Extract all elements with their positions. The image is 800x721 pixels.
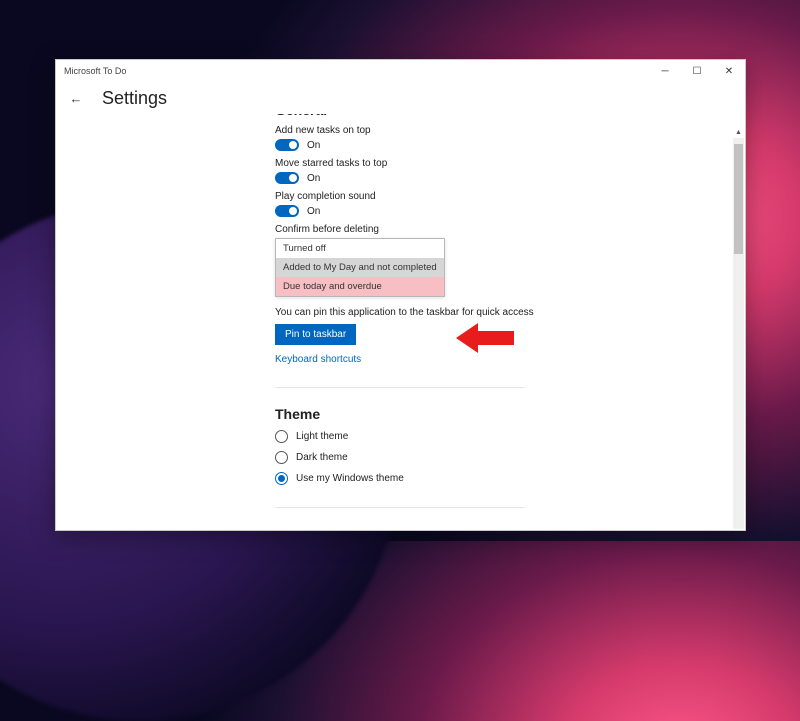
scrollbar-up-icon[interactable]: ▲ <box>733 127 744 138</box>
header: ← Settings <box>56 82 745 114</box>
section-smart-heading: Smart lists <box>275 528 595 530</box>
section-divider <box>275 387 525 388</box>
section-theme-heading: Theme <box>275 406 595 422</box>
toggle-play-sound-row: On <box>275 205 595 217</box>
toggle-move-starred-row: On <box>275 172 595 184</box>
settings-column: General Add new tasks on top On Move sta… <box>275 114 605 530</box>
toggle-move-starred-state: On <box>307 173 320 184</box>
scrollbar-thumb[interactable] <box>734 144 743 254</box>
toggle-add-on-top-row: On <box>275 139 595 151</box>
minimize-icon: ─ <box>661 66 668 77</box>
section-divider-2 <box>275 507 525 508</box>
close-icon: ✕ <box>725 66 733 77</box>
back-arrow-icon: ← <box>70 91 83 106</box>
toggle-play-sound-state: On <box>307 206 320 217</box>
annotation-arrow <box>456 321 516 355</box>
pin-helper-text: You can pin this application to the task… <box>275 307 595 318</box>
app-window: Microsoft To Do ─ ☐ ✕ ← Settings General… <box>55 59 746 531</box>
back-button[interactable]: ← <box>66 88 86 108</box>
maximize-icon: ☐ <box>693 66 702 77</box>
window-controls: ─ ☐ ✕ <box>649 60 745 82</box>
vertical-scrollbar[interactable]: ▲ ▼ <box>733 138 744 529</box>
titlebar: Microsoft To Do ─ ☐ ✕ <box>56 60 745 82</box>
section-smart-lists: Smart lists <box>275 528 595 530</box>
pin-to-taskbar-button[interactable]: Pin to taskbar <box>275 324 356 345</box>
radio-system-row[interactable]: Use my Windows theme <box>275 472 595 485</box>
minimize-button[interactable]: ─ <box>649 60 681 82</box>
toggle-add-on-top[interactable] <box>275 139 299 151</box>
content-area: General Add new tasks on top On Move sta… <box>56 114 745 530</box>
radio-light-row[interactable]: Light theme <box>275 430 595 443</box>
label-add-on-top: Add new tasks on top <box>275 125 595 136</box>
radio-dark-label: Dark theme <box>296 452 348 463</box>
section-theme: Theme Light theme Dark theme Use my Wind… <box>275 406 595 485</box>
maximize-button[interactable]: ☐ <box>681 60 713 82</box>
radio-system[interactable] <box>275 472 288 485</box>
app-title: Microsoft To Do <box>64 66 126 76</box>
radio-dark-row[interactable]: Dark theme <box>275 451 595 464</box>
label-move-starred: Move starred tasks to top <box>275 158 595 169</box>
confirm-delete-dropdown[interactable]: Turned off Added to My Day and not compl… <box>275 238 445 297</box>
radio-dark[interactable] <box>275 451 288 464</box>
label-play-sound: Play completion sound <box>275 191 595 202</box>
dropdown-option-off[interactable]: Turned off <box>276 239 444 258</box>
keyboard-shortcuts-link[interactable]: Keyboard shortcuts <box>275 354 595 365</box>
radio-system-label: Use my Windows theme <box>296 473 404 484</box>
label-confirm-delete: Confirm before deleting <box>275 224 595 235</box>
radio-light-label: Light theme <box>296 431 348 442</box>
toggle-play-sound[interactable] <box>275 205 299 217</box>
radio-light[interactable] <box>275 430 288 443</box>
scrollbar-down-icon[interactable]: ▼ <box>733 529 744 530</box>
dropdown-option-myday[interactable]: Added to My Day and not completed <box>276 258 444 277</box>
toggle-add-on-top-state: On <box>307 140 320 151</box>
close-button[interactable]: ✕ <box>713 60 745 82</box>
section-general-heading: General <box>275 114 595 118</box>
red-arrow-icon <box>456 321 516 355</box>
page-title: Settings <box>102 88 167 109</box>
toggle-move-starred[interactable] <box>275 172 299 184</box>
dropdown-option-due[interactable]: Due today and overdue <box>276 277 444 296</box>
